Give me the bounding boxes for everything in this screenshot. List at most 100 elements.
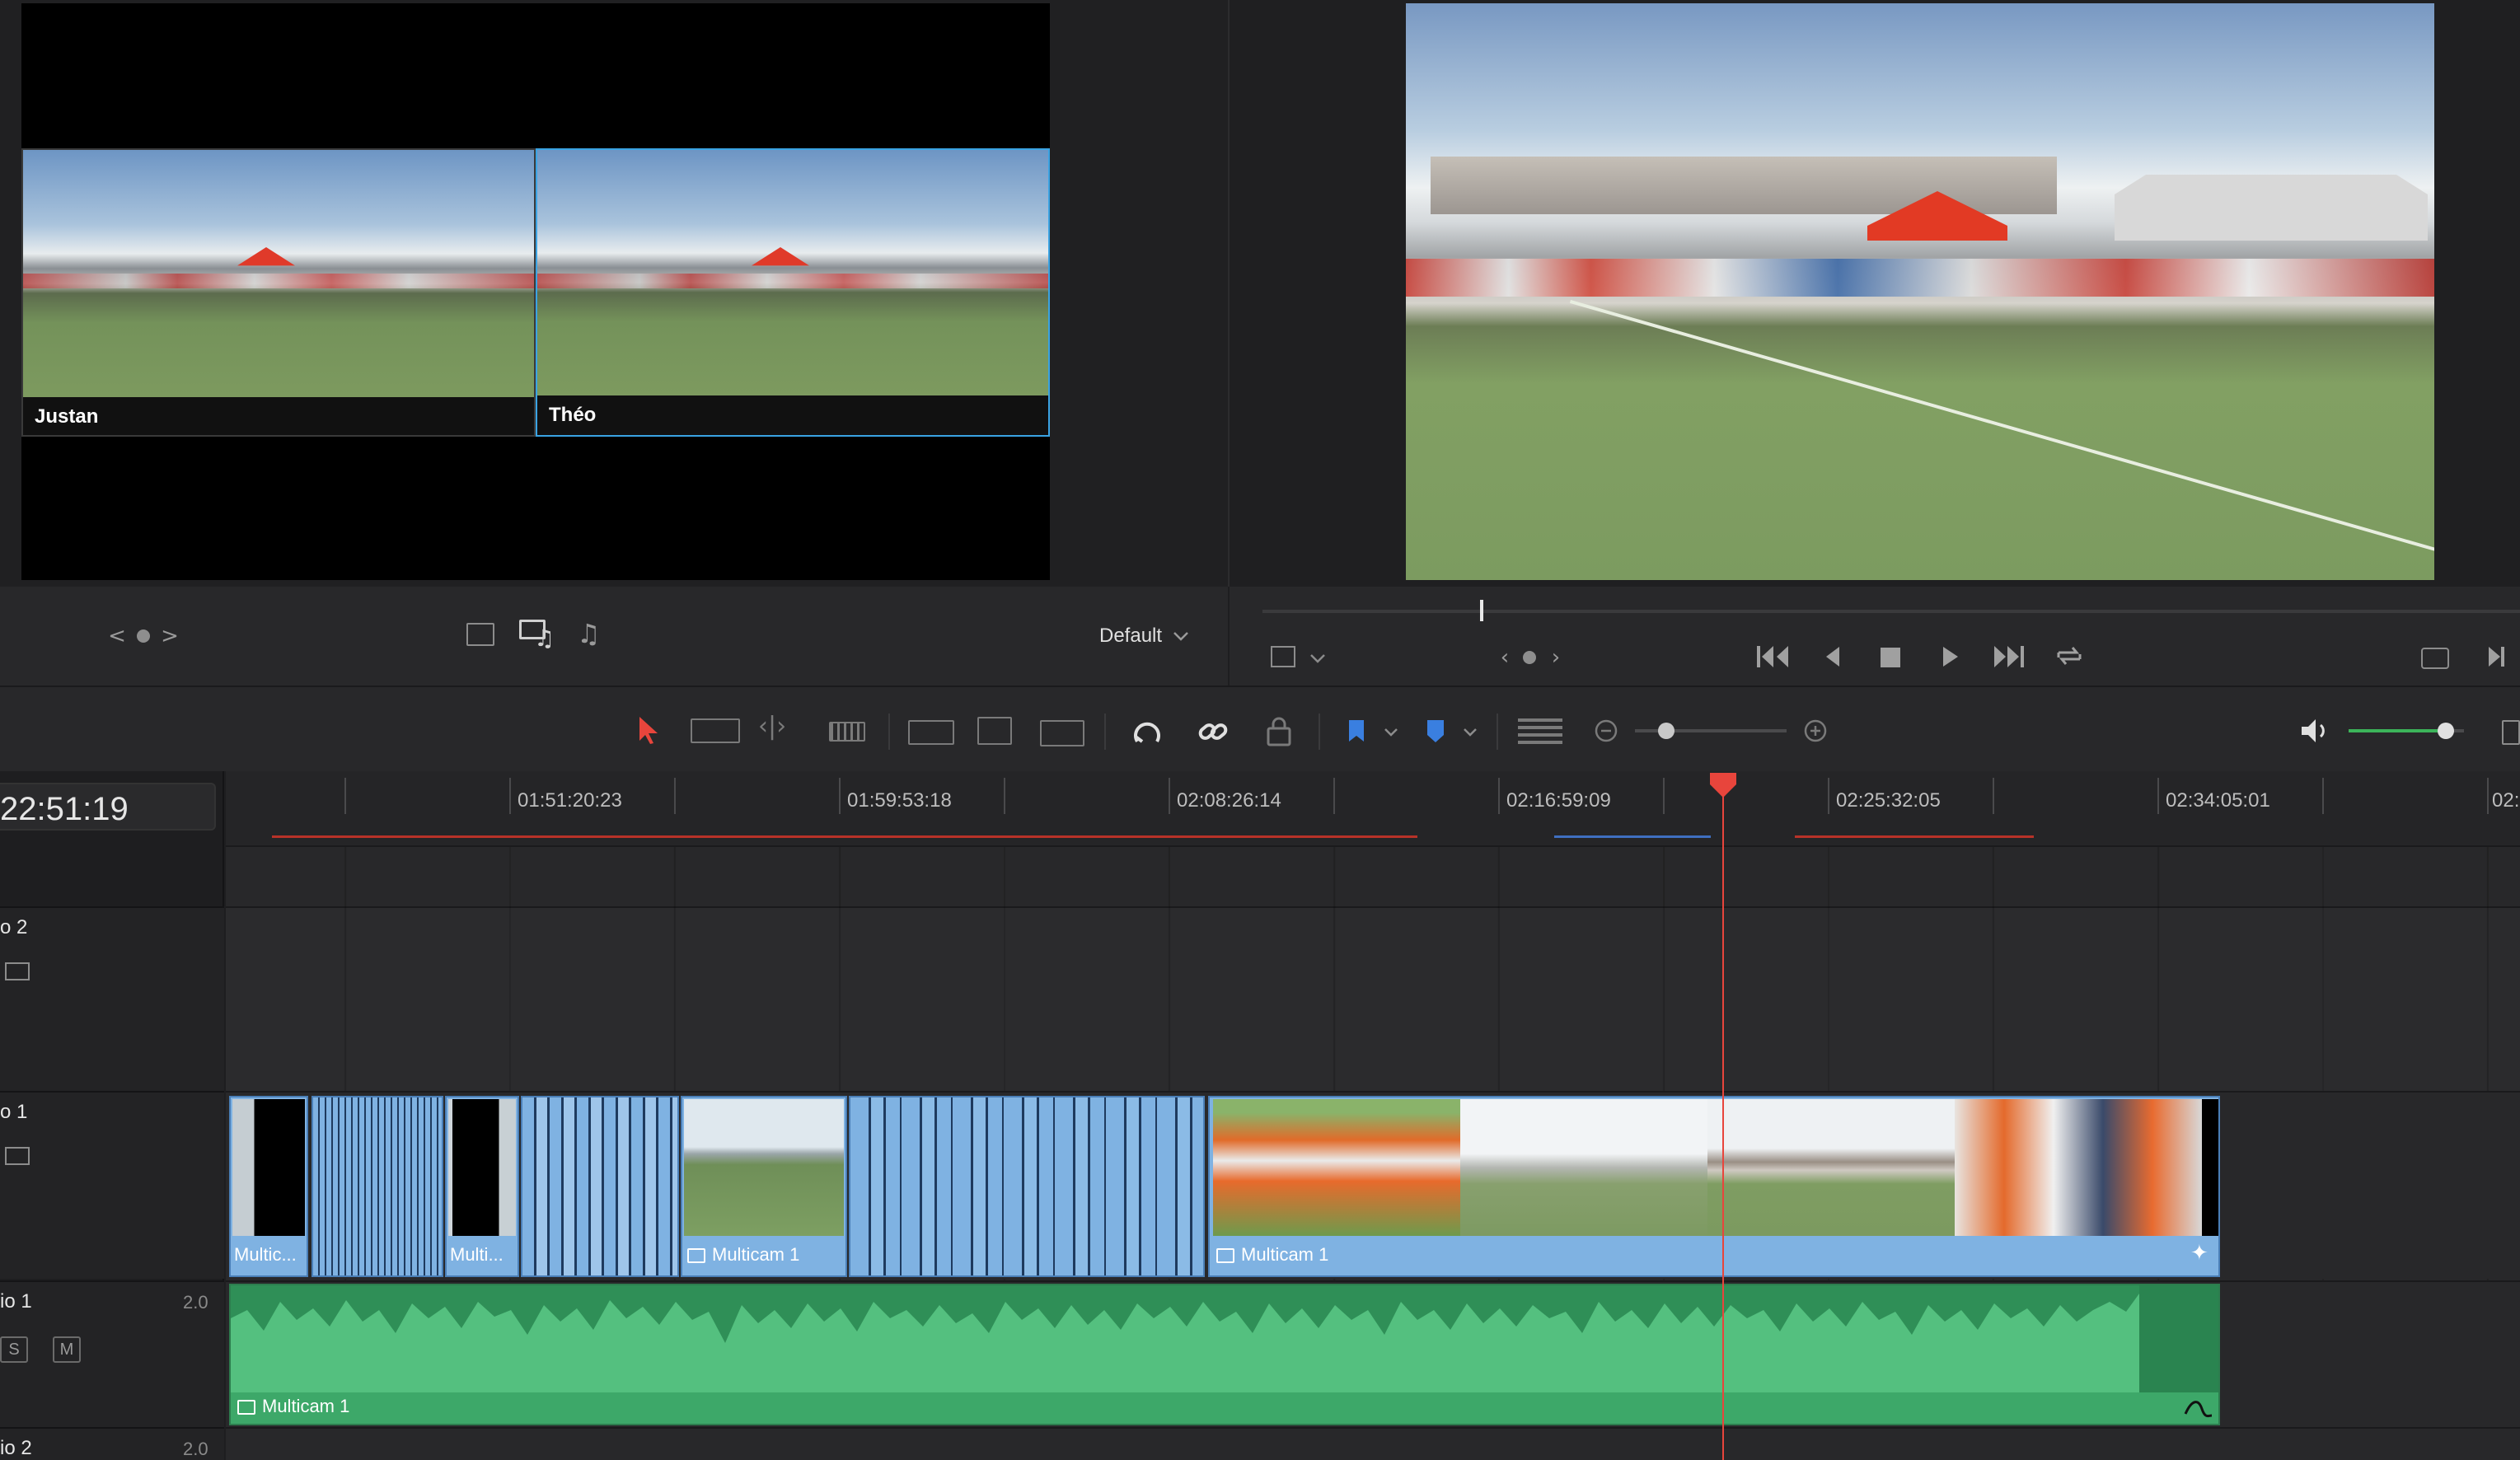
multicam-icon [237,1400,255,1416]
chevron-left-icon[interactable]: ‹ [1495,641,1515,674]
chevron-right-icon[interactable]: › [1546,641,1566,674]
lock-icon[interactable] [1264,715,1294,748]
clip-name: Multicam 1 [687,1244,844,1266]
fullscreen-icon[interactable] [2421,648,2449,669]
track-header-audio1[interactable]: io 1 2.0 S M [0,1280,224,1427]
skip-start-icon[interactable] [1755,644,1792,669]
ad-boards [1406,259,2434,297]
playhead-line[interactable] [1722,783,1724,1460]
video1-lane[interactable]: Multic... Multi... Multicam 1 Multicam 1… [226,1091,2520,1279]
channel-format: 2.0 [183,1292,208,1313]
ruler-label: 02:16:59:09 [1506,789,1611,812]
track-header-audio2[interactable]: io 2 2.0 [0,1427,224,1460]
track-label: io 2 [0,1437,32,1459]
audio-icon[interactable]: ♫ [577,618,601,649]
clip-name: Multicam 1 [237,1396,567,1417]
dense-clip-region[interactable] [311,1096,443,1277]
ruler-label: 02:34:05:01 [2166,789,2270,812]
angle-name: Justan [35,405,99,428]
fade-curve-icon[interactable] [2184,1397,2213,1419]
timeline-ruler[interactable]: 01:51:20:23 01:59:53:18 02:08:26:14 02:1… [226,771,2520,847]
render-status-bar [1554,835,1711,838]
scrubber-handle[interactable] [1480,600,1483,621]
zoom-out-icon[interactable] [1594,718,1618,743]
app-window: Justan Théo < > ♫ ♫ Default ‹ › ‹|› 22:5… [0,0,2520,1460]
stop-icon[interactable] [1881,648,1900,667]
track-label: io 1 [0,1290,32,1313]
replace-icon[interactable] [1040,720,1084,746]
overwrite-icon[interactable] [977,717,1012,745]
flag-icon[interactable] [1347,718,1366,745]
timeline-viewer-panel [1230,0,2520,587]
clip-thumbnail [1460,1099,1707,1236]
hangar [2115,175,2428,241]
video2-lane[interactable] [226,906,2520,1091]
insert-icon[interactable] [908,720,954,745]
audio1-lane[interactable]: Multicam 1 [226,1280,2520,1427]
angle-tile-justan[interactable]: Justan [21,148,536,437]
sparkle-icon[interactable]: ✦ [2190,1241,2209,1266]
zoom-in-icon[interactable] [1803,718,1828,743]
video-clip[interactable]: Multic... [229,1096,308,1277]
dense-clip-region[interactable] [849,1096,1205,1277]
trim-tool-icon[interactable] [691,718,740,743]
audio2-lane[interactable] [226,1427,2520,1460]
scrubber-track[interactable] [1262,610,2520,613]
link-icon[interactable] [1197,715,1230,748]
blade-tool-icon[interactable] [829,722,865,742]
video-clip[interactable]: Multi... [445,1096,519,1277]
program-video-frame [1406,3,2434,580]
snap-icon[interactable] [1131,715,1164,748]
clip-name: Multic... [234,1244,297,1265]
select-tool-icon[interactable] [636,715,661,745]
chevron-down-icon [1173,632,1188,641]
dot-icon[interactable] [137,629,150,643]
render-status-bar [272,835,1417,838]
audio-clip[interactable]: Multicam 1 [229,1284,2220,1425]
source-viewer-controls: < > ♫ ♫ Default [0,587,1228,686]
meter-button[interactable] [2502,720,2520,745]
crop-icon[interactable] [1271,646,1295,667]
chevron-down-icon[interactable] [1383,727,1399,738]
speaker-icon[interactable] [2299,717,2332,745]
loop-icon[interactable] [2054,643,2085,669]
angle-caption-bar: Théo [537,395,1048,435]
video-clip[interactable]: Multicam 1 ✦ [1208,1096,2220,1277]
playhead-head[interactable] [1708,771,1738,799]
dot-icon[interactable] [1523,651,1536,664]
timecode-display[interactable]: 22:51:19 [0,783,216,831]
video-clip[interactable]: Multicam 1 [681,1096,847,1277]
chevron-left-icon[interactable]: < [107,620,127,653]
track-toggle-icon[interactable] [5,1147,30,1165]
timeline-body[interactable]: 01:51:20:23 01:59:53:18 02:08:26:14 02:1… [226,771,2520,1460]
clip-thumbnail [684,1099,844,1236]
marker-icon[interactable] [1426,718,1445,745]
zoom-slider-handle[interactable] [1658,723,1675,739]
step-back-icon[interactable] [1823,644,1843,669]
mute-button[interactable]: M [53,1336,81,1363]
video-audio-icon[interactable]: ♫ [519,620,555,652]
dense-clip-region[interactable] [521,1096,679,1277]
chevron-down-icon[interactable] [1309,653,1327,664]
track-label: o 1 [0,1101,28,1123]
preset-dropdown[interactable]: Default [1099,621,1190,651]
clip-thumbnail [232,1099,305,1236]
play-icon[interactable] [1940,644,1961,669]
angle-tile-theo[interactable]: Théo [536,148,1050,437]
track-header-video2[interactable]: o 2 [0,906,224,1091]
track-height-icon[interactable] [1518,718,1562,745]
chevron-down-icon[interactable] [1462,727,1478,738]
ruler-label: 02:08:26:14 [1177,789,1281,812]
track-toggle-icon[interactable] [5,962,30,980]
volume-slider-handle[interactable] [2438,723,2454,739]
next-icon[interactable] [2485,644,2507,669]
skip-end-icon[interactable] [1991,644,2027,669]
ruler-label: 02:25:32:05 [1836,789,1941,812]
single-view-icon[interactable] [466,623,494,646]
solo-button[interactable]: S [0,1336,28,1363]
chevron-right-icon[interactable]: > [160,620,180,653]
track-header-video1[interactable]: o 1 [0,1091,224,1279]
volume-slider-fill[interactable] [2349,729,2447,732]
timeline-toolbar: ‹|› [0,686,2520,771]
dynamic-trim-icon[interactable]: ‹|› [758,712,786,741]
